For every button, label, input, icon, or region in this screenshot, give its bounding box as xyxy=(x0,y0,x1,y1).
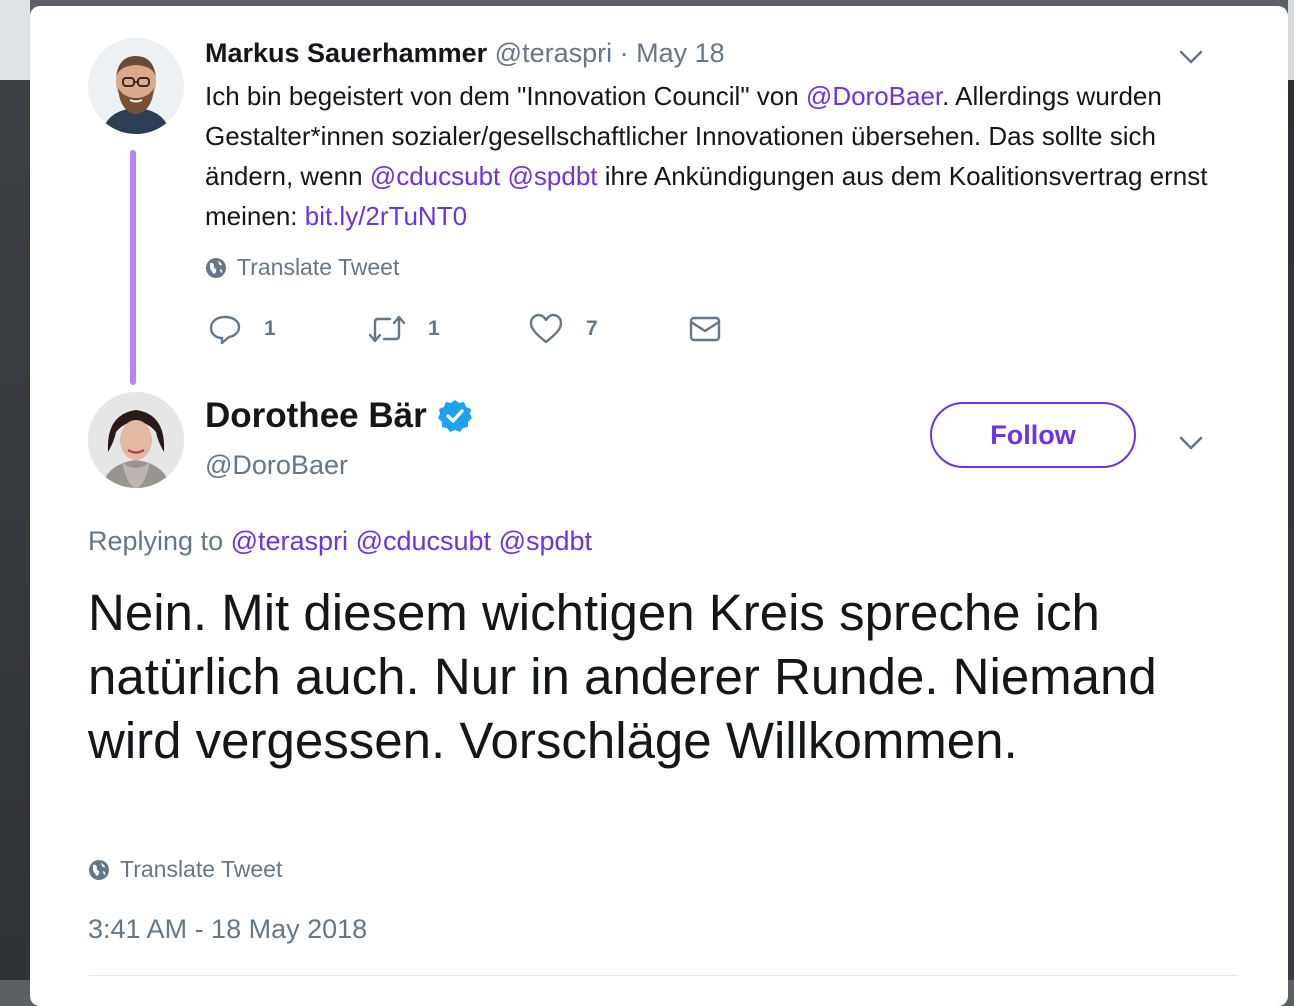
mention-link[interactable]: @DoroBaer xyxy=(806,81,942,111)
background-left-strip xyxy=(0,0,30,980)
avatar-bearded-man-icon xyxy=(88,38,184,134)
verified-badge-icon xyxy=(437,400,472,432)
main-tweet-menu-chevron[interactable] xyxy=(1178,434,1204,457)
tweet-card: Markus Sauerhammer @teraspri · May 18 Ic… xyxy=(30,6,1288,1006)
retweet-count: 1 xyxy=(428,317,440,340)
heart-icon xyxy=(529,313,563,344)
author-name[interactable]: Dorothee Bär xyxy=(205,396,427,436)
retweet-action[interactable]: 1 xyxy=(368,312,440,346)
envelope-icon xyxy=(689,316,721,342)
quoted-tweet-header: Markus Sauerhammer @teraspri · May 18 xyxy=(205,38,725,69)
replying-to-line: Replying to @teraspri @cducsubt @spdbt xyxy=(88,526,592,557)
follow-button[interactable]: Follow xyxy=(930,402,1136,468)
tweet-timestamp[interactable]: 3:41 AM - 18 May 2018 xyxy=(88,914,367,945)
author-handle[interactable]: @teraspri xyxy=(495,38,612,68)
retweet-icon xyxy=(368,315,406,343)
quoted-tweet-text: Ich bin begeistert von dem "Innovation C… xyxy=(205,76,1215,236)
author-name[interactable]: Markus Sauerhammer xyxy=(205,38,487,68)
chevron-down-icon xyxy=(1179,436,1203,450)
translate-label: Translate Tweet xyxy=(237,254,400,280)
reply-mention-link[interactable]: @cducsubt xyxy=(356,526,491,556)
globe-icon xyxy=(206,257,226,278)
tweet-text-segment xyxy=(500,161,507,191)
tweet-date[interactable]: May 18 xyxy=(636,38,725,68)
date-separator: · xyxy=(612,38,637,68)
main-tweet-text: Nein. Mit diesem wichtigen Kreis spreche… xyxy=(88,584,1157,769)
reply-icon xyxy=(209,315,241,345)
avatar[interactable] xyxy=(88,392,184,488)
background-right-strip xyxy=(1288,0,1294,980)
thread-connector-line xyxy=(130,150,136,385)
reply-action[interactable]: 1 xyxy=(208,312,276,346)
chevron-down-icon xyxy=(1179,50,1203,64)
replying-prefix: Replying to xyxy=(88,526,224,556)
mention-link[interactable]: @spdbt xyxy=(508,161,598,191)
reply-mention-link[interactable]: @teraspri xyxy=(231,526,348,556)
like-action[interactable]: 7 xyxy=(528,312,598,346)
tweet-text-segment: Ich bin begeistert von dem "Innovation C… xyxy=(205,81,806,111)
reply-mention-link[interactable]: @spdbt xyxy=(499,526,592,556)
translate-label: Translate Tweet xyxy=(120,856,283,882)
globe-icon xyxy=(89,859,109,880)
reply-count: 1 xyxy=(264,317,276,340)
avatar[interactable] xyxy=(88,38,184,134)
like-count: 7 xyxy=(586,317,598,340)
divider xyxy=(88,975,1238,976)
translate-tweet-button[interactable]: Translate Tweet xyxy=(88,856,282,883)
main-tweet-author: Dorothee Bär xyxy=(205,396,473,436)
mention-link[interactable]: @cducsubt xyxy=(370,161,500,191)
translate-tweet-button[interactable]: Translate Tweet xyxy=(205,254,399,281)
avatar-woman-icon xyxy=(88,392,184,488)
author-handle[interactable]: @DoroBaer xyxy=(205,450,348,481)
tweet-menu-chevron[interactable] xyxy=(1178,48,1204,71)
direct-message-action[interactable] xyxy=(688,314,722,344)
url-link[interactable]: bit.ly/2rTuNT0 xyxy=(305,201,467,231)
